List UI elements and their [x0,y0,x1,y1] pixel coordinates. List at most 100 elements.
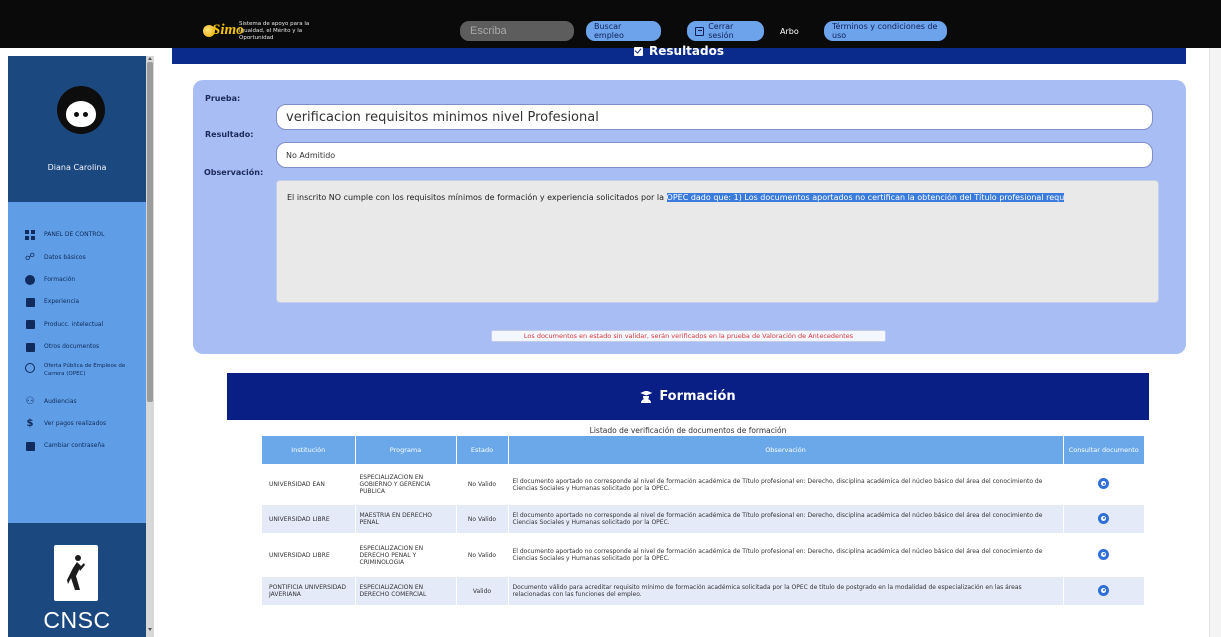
formacion-subtitle: Listado de verificación de documentos de… [589,426,787,435]
cell-estado: No Valido [456,464,509,505]
results-title: Resultados [649,44,724,58]
dollar-icon: $ [26,417,34,429]
view-document-icon[interactable] [1098,548,1109,560]
terms-label: Términos y condiciones de uso [832,22,938,40]
simo-logo[interactable]: Simo Sistema de apoyo para la Igualdad, … [203,21,334,42]
view-document-icon[interactable] [1098,512,1109,524]
prueba-label: Prueba: [205,94,241,103]
cell-estado: Valido [456,577,509,605]
resultado-label: Resultado: [205,130,254,139]
validation-notice: Los documentos en estado sin validar, se… [491,330,886,342]
resultado-field[interactable]: No Admitido [276,142,1153,168]
logout-button[interactable]: Cerrar sesión [687,21,764,41]
sidebar-item-label: Producc. intelectual [44,320,104,328]
briefcase-icon [24,296,36,308]
cell-observacion: El documento aportado no corresponde al … [508,505,1064,533]
cell-observacion: El documento aportado no corresponde al … [508,533,1064,577]
sidebar-item-label: Ver pagos realizados [44,419,107,427]
sidebar-item-label: Formación [44,275,76,283]
sidebar-item-label: Experiencia [44,298,80,306]
cell-programa: MAESTRIA EN DERECHO PENAL [355,505,457,533]
sidebar-item-label: Oferta Pública de Empleos de Carrera (OP… [44,363,126,378]
document-icon [24,341,36,353]
table-row: PONTIFICIA UNIVERSIDAD JAVERIANA ESPECIA… [262,577,1145,605]
cnsc-logo-panel: CNSC [8,523,146,637]
cell-institucion: UNIVERSIDAD EAN [262,464,356,505]
check-icon [634,46,643,56]
sidebar-item-cambiar-contrasena[interactable]: Cambiar contraseña [8,435,146,457]
book-icon [24,319,36,331]
profile-panel: Diana Carolina [8,56,146,202]
observacion-text: El inscrito NO cumple con los requisitos… [287,193,667,202]
column-header-consultar: Consultar documento [1063,436,1144,464]
scroll-up-icon[interactable] [148,57,152,60]
cell-estado: No Valido [456,533,509,577]
sidebar-item-opec[interactable]: Oferta Pública de Empleos de Carrera (OP… [8,358,146,390]
column-header-institucion: Institución [262,436,356,464]
formacion-title: Formación [659,389,736,404]
avatar [57,86,105,134]
top-navigation-bar: Simo Sistema de apoyo para la Igualdad, … [0,0,1221,48]
cell-programa: ESPECIALIZACION EN DERECHO PENAL Y CRIMI… [355,533,457,577]
table-row: UNIVERSIDAD EAN ESPECIALIZACION EN GOBIE… [262,464,1145,505]
cnsc-emblem [54,545,98,601]
observacion-label: Observación: [204,168,264,177]
arbo-link[interactable]: Arbo [780,27,799,36]
sidebar-item-experiencia[interactable]: Experiencia [8,291,146,313]
graduation-icon [24,274,36,286]
cell-institucion: PONTIFICIA UNIVERSIDAD JAVERIANA [262,577,356,605]
column-header-observacion: Observación [508,436,1064,464]
results-header: Resultados [172,44,1186,64]
search-jobs-label: Buscar empleo [594,22,624,40]
sidebar-item-label: Audiencias [44,397,77,405]
table-row: UNIVERSIDAD LIBRE MAESTRIA EN DERECHO PE… [262,505,1145,533]
cell-programa: ESPECIALIZACION EN DERECHO COMERCIAL [355,577,457,605]
resultado-value: No Admitido [286,150,336,160]
page-scrollbar[interactable] [1209,48,1221,637]
prueba-field[interactable]: verificacion requisitos minimos nivel Pr… [276,104,1153,130]
user-data-icon: ☍ [24,251,36,263]
cell-institucion: UNIVERSIDAD LIBRE [262,505,356,533]
sidebar-item-label: PANEL DE CONTROL [44,231,105,239]
formacion-section: Formación Listado de verificación de doc… [227,373,1149,637]
terms-button[interactable]: Términos y condiciones de uso [824,21,947,41]
search-input[interactable] [460,21,574,41]
lock-icon [24,440,36,452]
user-name: Diana Carolina [47,163,107,172]
sidebar-item-label: Datos básicos [44,253,86,261]
simo-logo-mark: Simo [203,22,244,41]
table-row: UNIVERSIDAD LIBRE ESPECIALIZACION EN DER… [262,533,1145,577]
graduation-icon [640,390,653,403]
search-jobs-button[interactable]: Buscar empleo [586,21,661,41]
cell-estado: No Valido [456,505,509,533]
sidebar-item-label: Otros documentos [44,343,100,351]
observacion-textarea[interactable]: El inscrito NO cumple con los requisitos… [276,180,1159,303]
cell-observacion: Documento válido para acreditar requisit… [508,577,1064,605]
cell-observacion: El documento aportado no corresponde al … [508,464,1064,505]
logout-label: Cerrar sesión [708,22,734,40]
cell-programa: ESPECIALIZACION EN GOBIERNO Y GERENCIA P… [355,464,457,505]
observacion-selected-text: OPEC dado que: 1) Los documentos aportad… [666,193,1065,202]
cnsc-text: CNSC [43,607,111,633]
people-icon: ⚇ [25,395,35,407]
sidebar-item-panel-de-control[interactable]: PANEL DE CONTROL [8,224,146,246]
logout-icon [695,26,705,36]
sidebar-item-formacion[interactable]: Formación [8,269,146,291]
sidebar: Diana Carolina PANEL DE CONTROL ☍ Datos … [8,56,146,637]
sidebar-item-otros-documentos[interactable]: Otros documentos [8,336,146,358]
formacion-header: Formación [227,373,1149,420]
sidebar-item-label: Cambiar contraseña [44,442,105,450]
logo-tagline: Sistema de apoyo para la Igualdad, el Mé… [239,21,310,41]
scroll-down-icon[interactable] [148,628,152,631]
sidebar-scrollbar-thumb[interactable] [147,62,153,402]
dashboard-icon [24,229,36,241]
sidebar-item-ver-pagos[interactable]: $ Ver pagos realizados [8,413,146,435]
cell-institucion: UNIVERSIDAD LIBRE [262,533,356,577]
sidebar-item-audiencias[interactable]: ⚇ Audiencias [8,390,146,412]
formacion-table: Institución Programa Estado Observación … [262,436,1145,605]
column-header-estado: Estado [456,436,509,464]
view-document-icon[interactable] [1098,478,1109,489]
sidebar-item-datos-basicos[interactable]: ☍ Datos básicos [8,246,146,268]
view-document-icon[interactable] [1098,584,1109,596]
sidebar-item-produccion-intelectual[interactable]: Producc. intelectual [8,314,146,336]
